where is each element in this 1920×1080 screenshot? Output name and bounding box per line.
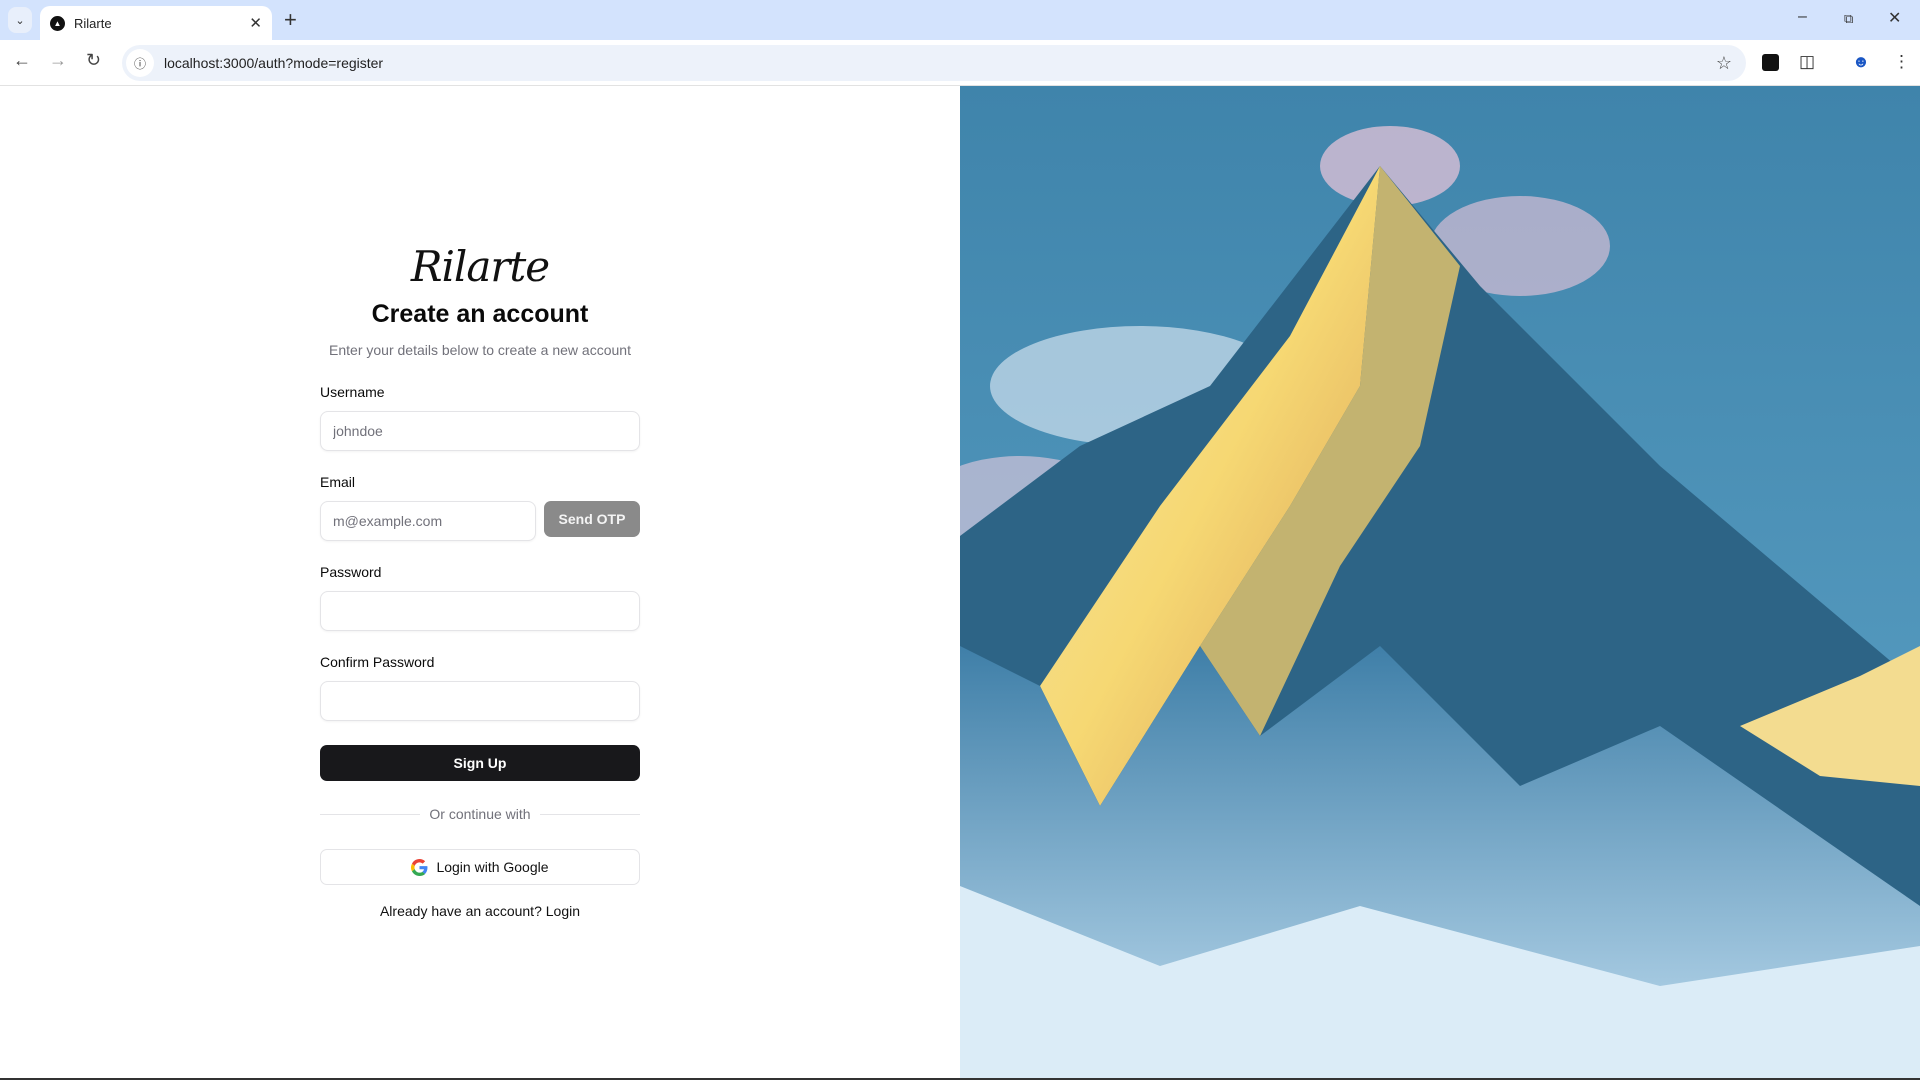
mountain-image [960, 86, 1920, 1078]
browser-toolbar: ← → ↻ ⓘ localhost:3000/auth?mode=registe… [0, 40, 1920, 86]
divider-text: Or continue with [429, 806, 531, 822]
page-title: Create an account [371, 300, 589, 328]
username-label: Username [320, 384, 385, 400]
browser-tab[interactable]: ▲ Rilarte ✕ [40, 6, 272, 40]
password-input[interactable] [320, 591, 640, 631]
site-info-icon[interactable]: ⓘ [126, 49, 154, 77]
google-login-button[interactable]: Login with Google [320, 849, 640, 885]
extension-icon[interactable] [1762, 54, 1779, 71]
tab-title: Rilarte [74, 15, 112, 31]
forward-icon[interactable]: → [49, 50, 67, 71]
profile-icon[interactable]: ☻ [1852, 52, 1870, 72]
auth-panel: Rilarte Create an account Enter your det… [0, 86, 960, 1078]
address-bar[interactable]: ⓘ localhost:3000/auth?mode=register ☆ [122, 45, 1746, 81]
new-tab-button[interactable]: + [284, 7, 297, 33]
google-icon [411, 858, 428, 876]
divider-line [320, 813, 421, 815]
bookmark-star-icon[interactable]: ☆ [1716, 53, 1732, 74]
mountain-illustration [960, 86, 1920, 1078]
password-label: Password [320, 564, 382, 580]
close-icon[interactable]: ✕ [249, 14, 262, 32]
reload-icon[interactable]: ↻ [86, 50, 101, 71]
send-otp-button[interactable]: Send OTP [544, 501, 640, 537]
logo: Rilarte [410, 242, 550, 291]
back-icon[interactable]: ← [13, 50, 31, 71]
menu-icon[interactable]: ⋮ [1893, 52, 1910, 72]
confirm-password-input[interactable] [320, 681, 640, 721]
page-subtitle: Enter your details below to create a new… [329, 342, 631, 358]
email-input[interactable] [320, 501, 536, 541]
or-divider: Or continue with [320, 805, 641, 823]
username-input[interactable] [320, 411, 640, 451]
sign-up-button[interactable]: Sign Up [320, 745, 640, 781]
puzzle-extensions-icon[interactable]: ◫ [1799, 52, 1815, 72]
tab-bar: ⌄ ▲ Rilarte ✕ + – ⧉ ✕ [0, 0, 1920, 40]
google-button-label: Login with Google [436, 859, 549, 875]
restore-icon[interactable]: ⧉ [1844, 11, 1853, 27]
window-close-icon[interactable]: ✕ [1888, 8, 1901, 28]
email-label: Email [320, 474, 356, 490]
tab-list-icon[interactable]: ⌄ [8, 7, 32, 33]
minimize-icon[interactable]: – [1798, 8, 1807, 26]
login-prompt: Already have an account? Login [320, 903, 640, 919]
url-text[interactable]: localhost:3000/auth?mode=register [164, 55, 1716, 71]
divider-line [539, 813, 641, 815]
favicon: ▲ [50, 15, 65, 31]
login-link[interactable]: Login [546, 903, 580, 919]
confirm-password-label: Confirm Password [320, 654, 435, 670]
login-prompt-text: Already have an account? [379, 903, 542, 919]
